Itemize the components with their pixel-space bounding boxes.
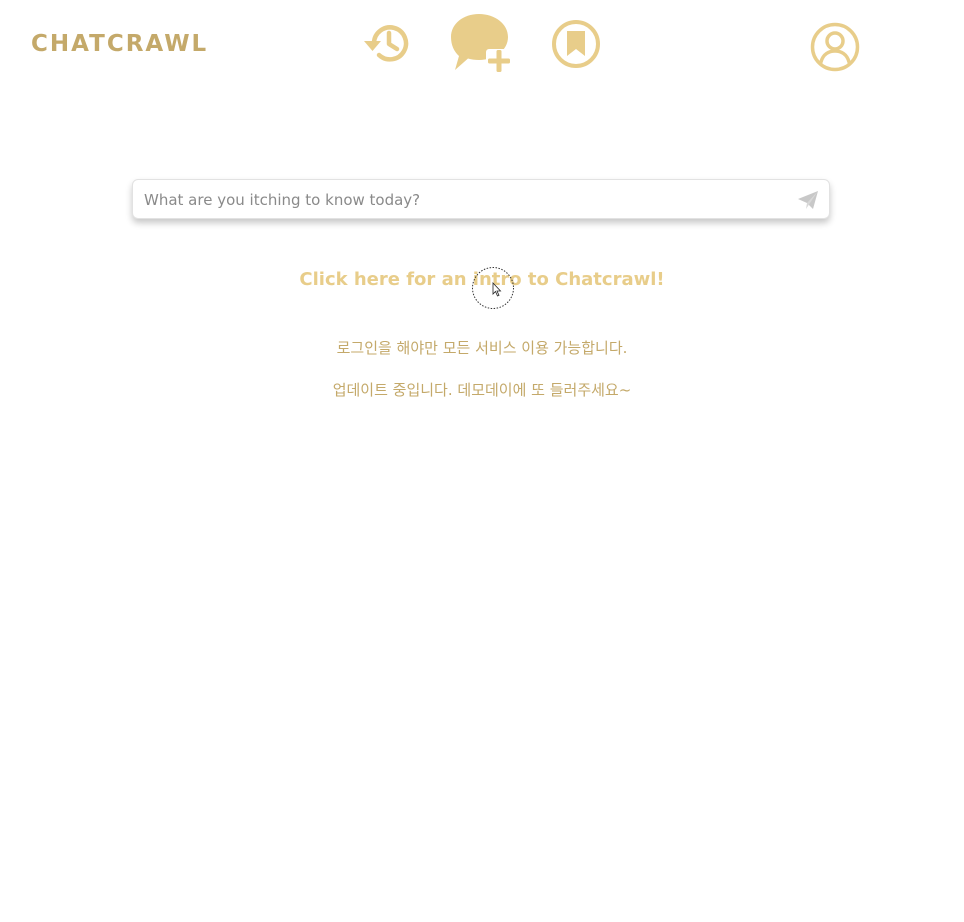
bookmark-icon[interactable] [551,19,601,69]
intro-link[interactable]: Click here for an intro to Chatcrawl! [0,269,964,290]
send-icon [798,191,818,209]
history-icon[interactable] [362,20,414,66]
update-notice: 업데이트 중입니다. 데모데이에 또 들러주세요~ [332,381,632,399]
user-profile-icon[interactable] [809,21,861,73]
send-button[interactable] [797,189,819,211]
search-bar [132,179,830,220]
login-notice: 로그인을 해야만 모든 서비스 이용 가능합니다. [336,339,628,357]
search-input[interactable] [142,180,786,220]
new-chat-icon[interactable] [449,12,515,74]
page: CHATCRAWL What are you itching to know t… [0,0,964,922]
app-logo[interactable]: CHATCRAWL [31,31,208,57]
